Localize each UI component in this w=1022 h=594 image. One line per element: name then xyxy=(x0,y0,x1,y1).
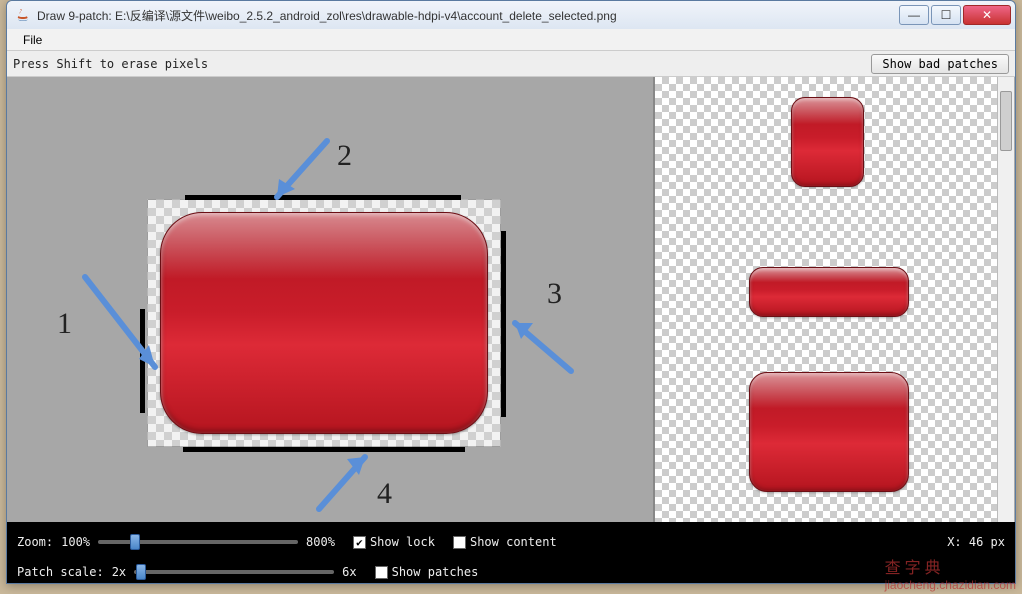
minimize-icon: — xyxy=(908,8,920,22)
menu-file[interactable]: File xyxy=(15,31,50,49)
preview-horizontal xyxy=(749,267,909,317)
annotation-arrow-2 xyxy=(257,135,347,215)
editor-panel[interactable]: 1 2 3 4 xyxy=(7,77,655,522)
annotation-label-4: 4 xyxy=(377,477,392,511)
checkbox-icon: ✔ xyxy=(353,536,366,549)
preview-scrollbar[interactable] xyxy=(997,77,1014,522)
show-patches-checkbox[interactable]: Show patches xyxy=(375,565,479,579)
maximize-icon: ☐ xyxy=(941,8,952,22)
source-bitmap xyxy=(160,212,488,434)
preview-panel xyxy=(655,77,1015,522)
show-patches-label: Show patches xyxy=(392,565,479,579)
window-controls: — ☐ ✕ xyxy=(899,5,1011,25)
status-bar-2: Patch scale: 2x 6x Show patches xyxy=(7,561,1015,583)
zoom-slider[interactable] xyxy=(98,532,298,552)
checkbox-icon xyxy=(453,536,466,549)
patch-scale-min: 2x xyxy=(112,565,126,579)
close-icon: ✕ xyxy=(982,8,992,22)
preview-vertical xyxy=(791,97,864,187)
minimize-button[interactable]: — xyxy=(899,5,929,25)
titlebar[interactable]: Draw 9-patch: E:\反编译\源文件\weibo_2.5.2_and… xyxy=(7,1,1015,29)
annotation-label-3: 3 xyxy=(547,277,562,311)
preview-both xyxy=(749,372,909,492)
menu-bar: File xyxy=(7,29,1015,51)
watermark-cn: 查字典 xyxy=(885,560,945,577)
zoom-min: 100% xyxy=(61,535,90,549)
nine-patch-canvas[interactable] xyxy=(147,199,501,447)
content-area: 1 2 3 4 xyxy=(7,77,1015,522)
show-bad-patches-button[interactable]: Show bad patches xyxy=(871,54,1009,74)
scrollbar-thumb[interactable] xyxy=(1000,91,1012,151)
status-bar: Zoom: 100% 800% ✔ Show lock Show content… xyxy=(7,522,1015,562)
maximize-button[interactable]: ☐ xyxy=(931,5,961,25)
close-button[interactable]: ✕ xyxy=(963,5,1011,25)
annotation-arrow-1 xyxy=(77,269,177,399)
java-icon xyxy=(15,7,31,23)
watermark: 查字典 jiaocheng.chazidian.com xyxy=(885,554,1016,592)
coord-readout: X: 46 px xyxy=(947,535,1005,549)
show-lock-label: Show lock xyxy=(370,535,435,549)
show-lock-checkbox[interactable]: ✔ Show lock xyxy=(353,535,435,549)
annotation-arrow-3 xyxy=(499,309,589,389)
watermark-url: jiaocheng.chazidian.com xyxy=(885,578,1016,592)
checkbox-icon xyxy=(375,566,388,579)
annotation-label-1: 1 xyxy=(57,307,72,341)
patch-scale-max: 6x xyxy=(342,565,356,579)
annotation-label-2: 2 xyxy=(337,139,352,173)
app-window: Draw 9-patch: E:\反编译\源文件\weibo_2.5.2_and… xyxy=(6,0,1016,584)
patch-scale-label: Patch scale: xyxy=(17,565,104,579)
show-content-label: Show content xyxy=(470,535,557,549)
zoom-max: 800% xyxy=(306,535,335,549)
show-content-checkbox[interactable]: Show content xyxy=(453,535,557,549)
zoom-label: Zoom: xyxy=(17,535,53,549)
window-title: Draw 9-patch: E:\反编译\源文件\weibo_2.5.2_and… xyxy=(37,7,899,24)
toolbar: Press Shift to erase pixels Show bad pat… xyxy=(7,51,1015,77)
patch-scale-slider[interactable] xyxy=(134,562,334,582)
hint-text: Press Shift to erase pixels xyxy=(13,57,208,71)
